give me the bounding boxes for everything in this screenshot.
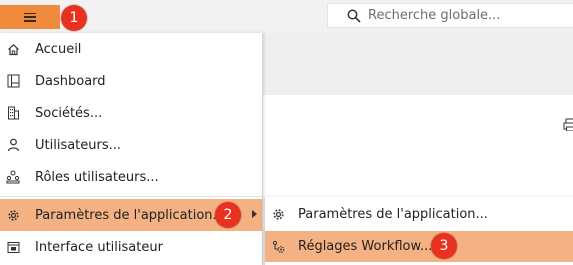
parametres-submenu: Paramètres de l'application... Réglages … [264, 197, 573, 265]
user-icon [6, 138, 20, 152]
roles-icon [6, 170, 20, 184]
menu-separator [0, 196, 262, 197]
hamburger-icon [24, 12, 36, 22]
submenu-item-reglages-workflow[interactable]: Réglages Workflow... [265, 231, 573, 262]
submenu-arrow-icon [252, 210, 257, 218]
menu-item-utilisateurs[interactable]: Utilisateurs... [0, 129, 262, 161]
building-icon [6, 106, 20, 120]
step-badge-3: 3 [431, 233, 457, 259]
workflow-icon [271, 240, 285, 254]
search-icon [342, 9, 366, 23]
global-search[interactable] [327, 3, 573, 28]
menu-item-label: Dashboard [35, 73, 106, 89]
menu-item-roles-utilisateurs[interactable]: Rôles utilisateurs... [0, 161, 262, 193]
menu-item-label: Accueil [35, 41, 82, 57]
gear-icon [6, 208, 20, 222]
submenu-item-label: Réglages Workflow... [298, 239, 433, 254]
main-menu: Accueil Dashboard Sociétés... Utilisateu… [0, 33, 263, 265]
menu-item-label: Paramètres de l'application... [35, 207, 225, 223]
menu-item-interface-utilisateur[interactable]: Interface utilisateur [0, 231, 262, 263]
search-input[interactable] [366, 8, 573, 23]
interface-icon [6, 240, 20, 254]
home-icon [6, 42, 20, 56]
menu-item-dashboard[interactable]: Dashboard [0, 65, 262, 97]
menu-item-label: Sociétés... [35, 105, 103, 121]
submenu-item-label: Paramètres de l'application... [298, 207, 488, 222]
submenu-item-parametres-application[interactable]: Paramètres de l'application... [265, 199, 573, 230]
menu-item-label: Rôles utilisateurs... [35, 169, 159, 185]
top-bar: 1 [0, 0, 573, 33]
print-icon[interactable] [563, 117, 573, 131]
menu-item-label: Interface utilisateur [35, 239, 163, 255]
step-badge-2: 2 [215, 202, 241, 228]
gear-icon [271, 208, 285, 222]
hamburger-menu-button[interactable] [0, 5, 60, 29]
step-badge-1: 1 [61, 5, 87, 31]
menu-item-accueil[interactable]: Accueil [0, 33, 262, 65]
menu-item-societes[interactable]: Sociétés... [0, 97, 262, 129]
content-header-band [263, 33, 573, 95]
dashboard-icon [6, 74, 20, 88]
menu-item-label: Utilisateurs... [35, 137, 122, 153]
